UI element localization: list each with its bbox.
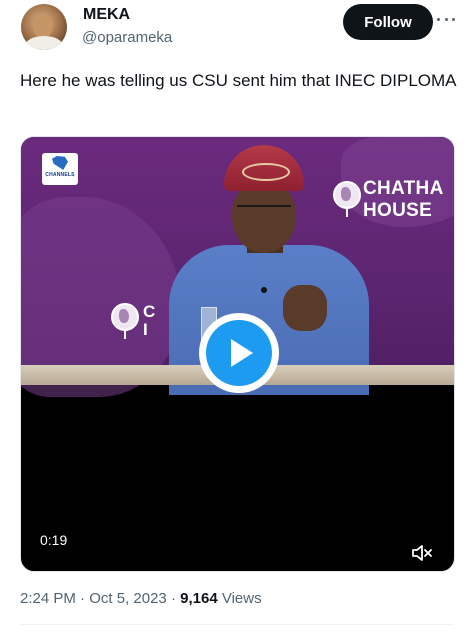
- more-horizontal-icon[interactable]: [437, 10, 455, 28]
- channels-logo-text: CHANNELS: [45, 172, 75, 178]
- meta-separator: ·: [166, 590, 181, 607]
- author-avatar[interactable]: [21, 4, 67, 50]
- backdrop-text: CHATHA HOUSE: [363, 178, 444, 221]
- avatar-shoulders: [25, 36, 63, 50]
- author-handle[interactable]: @oparameka: [82, 29, 172, 46]
- globe-stand: [124, 329, 126, 339]
- play-button[interactable]: [199, 313, 279, 393]
- speaker-glasses: [237, 205, 291, 217]
- tweet-metadata: 2:24 PM · Oct 5, 2023 · 9,164 Views: [20, 590, 262, 607]
- video-duration: 0:19: [32, 529, 76, 551]
- follow-button[interactable]: Follow: [343, 4, 433, 40]
- channels-logo-icon: [52, 156, 68, 170]
- tweet-text: Here he was telling us CSU sent him that…: [20, 71, 457, 90]
- speaker-head: [232, 181, 296, 253]
- speaker-hand: [283, 285, 327, 331]
- backdrop-text-secondary: C I: [143, 302, 156, 339]
- cap-emblem: [242, 163, 290, 181]
- globe-stand: [346, 207, 348, 217]
- meta-separator: ·: [75, 590, 90, 607]
- views-count: 9,164: [180, 590, 218, 607]
- avatar-face: [33, 14, 53, 38]
- speaker-muted-icon[interactable]: [411, 544, 433, 562]
- tweet-time[interactable]: 2:24 PM: [20, 590, 76, 607]
- globe-icon: [111, 303, 139, 331]
- video-player[interactable]: CHANNELS CHATHA HOUSE C I 0:19: [20, 136, 455, 572]
- play-icon: [231, 339, 253, 367]
- microphone: [261, 287, 267, 293]
- views-label: Views: [217, 590, 262, 607]
- author-display-name[interactable]: MEKA: [83, 6, 130, 24]
- divider: [20, 624, 454, 625]
- tweet-date[interactable]: Oct 5, 2023: [89, 590, 167, 607]
- play-button-circle: [206, 320, 272, 386]
- globe-icon: [333, 181, 361, 209]
- speaker-cap: [224, 145, 304, 191]
- channels-logo: CHANNELS: [42, 153, 78, 185]
